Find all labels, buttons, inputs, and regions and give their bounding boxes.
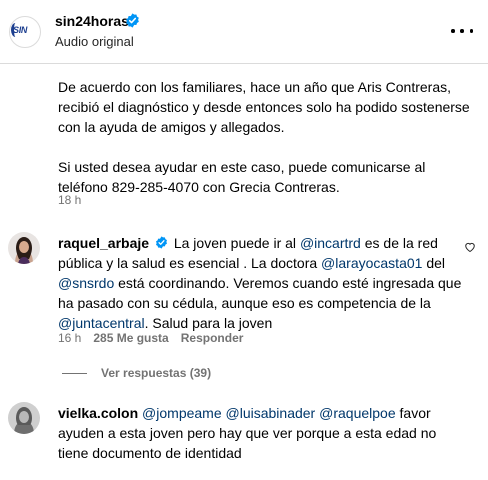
mention-link[interactable]: @larayocasta01 [321, 255, 422, 271]
caption-paragraph-2: Si usted desea ayudar en este caso, pued… [58, 159, 426, 195]
comment-text: vielka.colon @jompeame @luisabinader @ra… [58, 403, 458, 463]
comment-likes[interactable]: 285 Me gusta [93, 331, 168, 345]
mention-link[interactable]: @raquelpoe [319, 405, 396, 421]
comment-body-text: está coordinando. Veremos cuando esté in… [58, 275, 462, 311]
post-caption: De acuerdo con los familiares, hace un a… [58, 77, 478, 217]
post-subtitle[interactable]: Audio original [55, 34, 134, 49]
mention-link[interactable]: @incartrd [300, 235, 361, 251]
verified-icon [155, 236, 167, 249]
post-header: SIN sin24horas Audio original [0, 0, 488, 64]
heart-icon[interactable] [464, 241, 476, 253]
mention-link[interactable]: @juntacentral [58, 315, 145, 331]
comment-timestamp[interactable]: 16 h [58, 331, 81, 345]
avatar[interactable] [8, 232, 40, 264]
mention-link[interactable]: @jompeame [142, 405, 222, 421]
comment-body-text: La joven puede ir al [173, 235, 300, 251]
logo-text: SIN [13, 25, 28, 35]
comment-body-text: . Salud para la joven [144, 315, 273, 331]
comment-meta: 16 h 285 Me gusta Responder [58, 331, 243, 345]
view-replies-label: Ver respuestas (39) [101, 366, 212, 380]
caption-timestamp[interactable]: 18 h [58, 193, 81, 207]
divider-line [62, 372, 87, 374]
comment-text: raquel_arbaje La joven puede ir al @inca… [58, 233, 463, 333]
comment-username[interactable]: vielka.colon [58, 405, 138, 421]
mention-link[interactable]: @luisabinader [226, 405, 316, 421]
verified-icon [126, 13, 139, 28]
caption-paragraph-1: De acuerdo con los familiares, hace un a… [58, 79, 470, 135]
post-username[interactable]: sin24horas [55, 13, 129, 29]
view-replies-button[interactable]: Ver respuestas (39) [62, 366, 211, 380]
sin-logo-avatar[interactable]: SIN [9, 16, 41, 48]
more-options-icon[interactable] [451, 22, 473, 40]
avatar[interactable] [8, 402, 40, 434]
mention-link[interactable]: @snsrdo [58, 275, 114, 291]
reply-button[interactable]: Responder [181, 331, 244, 345]
comment-username[interactable]: raquel_arbaje [58, 235, 149, 251]
comment-body-text: del [422, 255, 446, 271]
